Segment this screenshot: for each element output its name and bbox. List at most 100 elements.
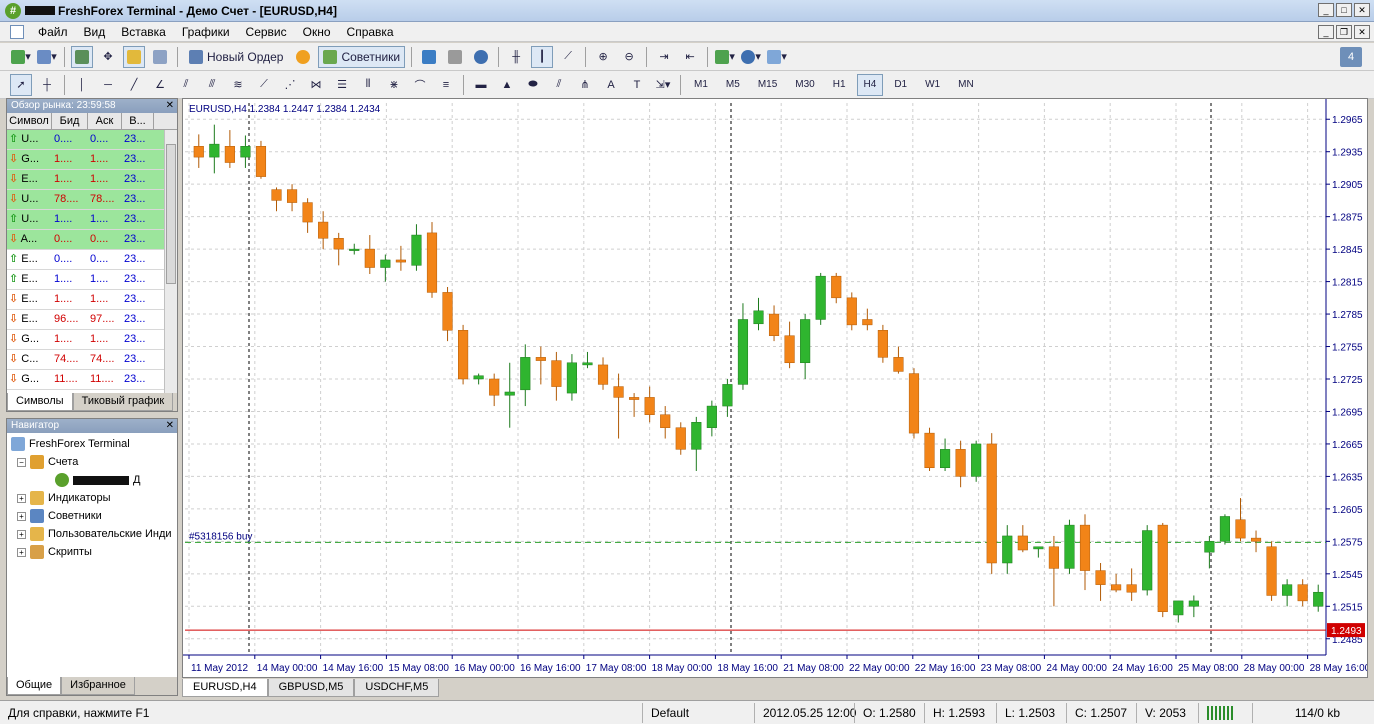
triangle-icon[interactable]: ▲ (496, 74, 518, 96)
new-chart-icon[interactable]: ▾ (10, 46, 32, 68)
fibo-expansion-icon[interactable]: ≡ (435, 74, 457, 96)
nav-scripts[interactable]: + Скрипты (17, 545, 92, 559)
timeframe-h4[interactable]: H4 (856, 73, 884, 96)
new-order-button[interactable]: Новый Ордер (184, 46, 288, 68)
chart-tab-gbpusd[interactable]: GBPUSD,M5 (267, 679, 355, 697)
nav-custom-indicators[interactable]: + Пользовательские Инди (17, 527, 172, 541)
channel-icon[interactable]: ⫽ (175, 74, 197, 96)
fibo-retracement-icon[interactable]: ☰ (331, 74, 353, 96)
market-watch-row[interactable]: ⇩ C... 74.... 74.... 23... (7, 350, 177, 370)
ellipse-icon[interactable]: ⬬ (522, 74, 544, 96)
gann-fan-icon[interactable]: ⋰ (279, 74, 301, 96)
market-watch-row[interactable]: ⇩ G... 1.... 1.... 23... (7, 150, 177, 170)
zoom-out-icon[interactable]: ⊖ (618, 46, 640, 68)
andrews-pitchfork-icon[interactable]: ⋔ (574, 74, 596, 96)
crosshair-icon[interactable]: ┼ (36, 74, 58, 96)
col-bid[interactable]: Бид (52, 113, 88, 129)
market-watch-row[interactable]: ⇧ E... 0.... 0.... 23... (7, 250, 177, 270)
nav-root[interactable]: FreshForex Terminal (11, 437, 130, 451)
notification-badge[interactable]: 4 (1340, 47, 1362, 67)
fibo-arcs-icon[interactable]: ⌒ (409, 74, 431, 96)
rectangle-icon[interactable]: ▬ (470, 74, 492, 96)
timeframe-m30[interactable]: M30 (788, 74, 821, 96)
market-watch-row[interactable]: ⇧ E... 1.... 1.... 23... (7, 270, 177, 290)
close-button[interactable]: ✕ (1354, 3, 1370, 17)
price-chart[interactable]: 1.2965 1.2935 1.2905 1.2875 1.2845 1.2815 1.27… (183, 99, 1371, 677)
help-icon[interactable] (470, 46, 492, 68)
tab-favorites[interactable]: Избранное (61, 677, 135, 695)
col-ask[interactable]: Аск (88, 113, 122, 129)
market-watch-row[interactable]: ⇩ G... 1.... 1.... 23... (7, 330, 177, 350)
data-window-icon[interactable]: ✥ (97, 46, 119, 68)
stddev-channel-icon[interactable]: ≋ (227, 74, 249, 96)
fibo-fan-icon[interactable]: ⋇ (383, 74, 405, 96)
nav-account-entry[interactable]: Д (55, 473, 140, 487)
market-watch-icon[interactable] (71, 45, 93, 68)
vertical-line-icon[interactable]: │ (71, 74, 93, 96)
menu-file[interactable]: Файл (30, 25, 76, 39)
cursor-icon[interactable]: ➚ (10, 73, 32, 96)
col-symbol[interactable]: Символ (7, 113, 52, 129)
timeframe-h1[interactable]: H1 (826, 74, 853, 96)
templates-icon[interactable]: ▾ (766, 46, 788, 68)
regression-channel-icon[interactable]: ⫻ (201, 74, 223, 96)
gann-line-icon[interactable]: ⟋ (253, 74, 275, 96)
chart-window[interactable]: 1.2965 1.2935 1.2905 1.2875 1.2845 1.2815 1.27… (182, 98, 1371, 678)
metaeditor-icon[interactable] (292, 46, 314, 68)
expand-icon[interactable]: + (17, 547, 26, 557)
mdi-minimize-button[interactable]: _ (1318, 25, 1334, 39)
expand-icon[interactable]: + (17, 529, 26, 539)
profiles-icon[interactable]: ▾ (36, 46, 58, 68)
menu-window[interactable]: Окно (295, 25, 339, 39)
text-icon[interactable]: A (600, 74, 622, 96)
navigator-icon[interactable] (123, 45, 145, 68)
horizontal-line-icon[interactable]: ─ (97, 74, 119, 96)
expand-icon[interactable]: + (17, 493, 26, 503)
candlestick-chart-icon[interactable]: ┃ (531, 45, 554, 68)
timeframe-mn[interactable]: MN (951, 74, 981, 96)
cycle-lines-icon[interactable]: ⫽ (548, 74, 570, 96)
menu-charts[interactable]: Графики (174, 25, 238, 39)
line-chart-icon[interactable]: ⟋ (557, 46, 579, 68)
terminal-icon[interactable] (149, 46, 171, 68)
market-watch-scrollbar[interactable] (164, 130, 177, 394)
market-watch-row[interactable]: ⇧ U... 1.... 1.... 23... (7, 210, 177, 230)
col-time[interactable]: В... (122, 113, 154, 129)
market-watch-row[interactable]: ⇩ A... 0.... 0.... 23... (7, 230, 177, 250)
tab-common[interactable]: Общие (7, 677, 62, 695)
arrows-icon[interactable]: ⇲▾ (652, 74, 674, 96)
market-watch-row[interactable]: ⇧ U... 0.... 0.... 23... (7, 130, 177, 150)
trendline-icon[interactable]: ╱ (123, 74, 145, 96)
chart-tab-usdchf[interactable]: USDCHF,M5 (354, 679, 440, 697)
market-watch-row[interactable]: ⇩ U... 78.... 78.... 23... (7, 190, 177, 210)
navigator-close-icon[interactable]: ✕ (166, 419, 174, 433)
expert-advisors-button[interactable]: Советники (318, 45, 406, 68)
menu-help[interactable]: Справка (339, 25, 402, 39)
nav-indicators[interactable]: + Индикаторы (17, 491, 111, 505)
chart-tab-eurusd[interactable]: EURUSD,H4 (182, 679, 268, 697)
zoom-in-icon[interactable]: ⊕ (592, 46, 614, 68)
chart-shift-icon[interactable]: ⇤ (679, 46, 701, 68)
bar-chart-icon[interactable]: ╫ (505, 46, 527, 68)
timeframe-m15[interactable]: M15 (751, 74, 784, 96)
market-watch-close-icon[interactable]: ✕ (166, 99, 174, 113)
full-screen-icon[interactable] (418, 46, 440, 68)
periods-icon[interactable]: ▾ (740, 46, 762, 68)
scrollbar-thumb[interactable] (166, 144, 176, 284)
maximize-button[interactable]: □ (1336, 3, 1352, 17)
nav-experts[interactable]: + Советники (17, 509, 102, 523)
nav-accounts[interactable]: − Счета (17, 455, 78, 469)
gann-grid-icon[interactable]: ⋈ (305, 74, 327, 96)
mdi-close-button[interactable]: ✕ (1354, 25, 1370, 39)
timeframe-w1[interactable]: W1 (918, 74, 947, 96)
collapse-icon[interactable]: − (17, 457, 26, 467)
menu-tools[interactable]: Сервис (238, 25, 295, 39)
timeframe-m5[interactable]: M5 (719, 74, 747, 96)
auto-scroll-icon[interactable]: ⇥ (653, 46, 675, 68)
tab-tick-chart[interactable]: Тиковый график (72, 393, 174, 411)
market-watch-row[interactable]: ⇩ G... 11.... 11.... 23... (7, 370, 177, 390)
menu-insert[interactable]: Вставка (113, 25, 174, 39)
timeframe-m1[interactable]: M1 (687, 74, 715, 96)
market-watch-row[interactable]: ⇩ E... 96.... 97.... 23... (7, 310, 177, 330)
indicators-list-icon[interactable]: ▾ (714, 46, 736, 68)
